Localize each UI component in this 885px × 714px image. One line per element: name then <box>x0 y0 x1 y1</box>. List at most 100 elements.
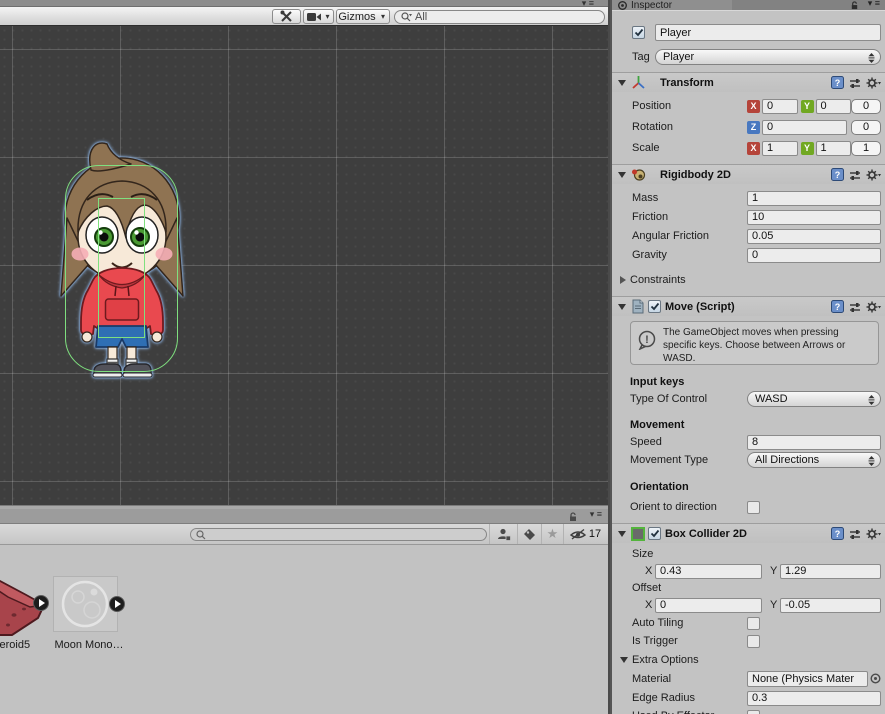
scene-view[interactable] <box>0 26 608 505</box>
inspector-tabstrip: Inspector ▾ ≡ <box>612 0 885 11</box>
help-icon[interactable]: ? <box>831 527 844 540</box>
component-title: Transform <box>660 76 714 89</box>
asset-label[interactable]: Moon Mono… <box>53 639 125 651</box>
asset-label[interactable]: ceroid5 <box>0 639 46 651</box>
project-toolbar: ★ 17 <box>0 524 608 545</box>
size-y-field[interactable]: 1.29 <box>780 563 881 579</box>
movement-type-dropdown[interactable]: All Directions <box>747 452 881 468</box>
scale-z-field[interactable]: 1 <box>851 140 881 156</box>
check-icon <box>650 302 659 311</box>
component-enabled-checkbox[interactable] <box>648 300 661 313</box>
asset-play-button[interactable] <box>109 596 125 612</box>
gear-icon[interactable] <box>866 169 881 181</box>
component-enabled-checkbox[interactable] <box>648 527 661 540</box>
gear-icon[interactable] <box>866 301 881 313</box>
presets-icon[interactable] <box>849 528 861 540</box>
auto-tiling-checkbox[interactable] <box>747 616 760 630</box>
gear-icon[interactable] <box>866 77 881 89</box>
offset-x-field[interactable]: 0 <box>655 597 762 613</box>
is-trigger-checkbox[interactable] <box>747 634 760 648</box>
speed-field[interactable]: 8 <box>747 434 881 450</box>
search-by-type-button[interactable] <box>489 524 517 544</box>
orient-to-direction-label: Orient to direction <box>630 501 717 513</box>
rotation-z-field[interactable]: 0 <box>762 119 847 135</box>
wrench-icon <box>280 10 292 22</box>
chevron-down-icon: ▾ <box>325 12 330 21</box>
mass-field[interactable]: 1 <box>747 190 881 206</box>
transform-header[interactable]: Transform ? <box>612 72 885 92</box>
orient-to-direction-checkbox[interactable] <box>747 500 760 514</box>
used-by-effector-label: Used By Effector <box>632 710 747 714</box>
friction-field[interactable]: 10 <box>747 209 881 225</box>
gizmos-dropdown-button[interactable]: ▾ <box>377 9 390 24</box>
presets-icon[interactable] <box>849 77 861 89</box>
script-help-text: The GameObject moves when pressing speci… <box>663 327 846 364</box>
extra-options-foldout[interactable]: Extra Options <box>612 652 885 668</box>
inspector-target-icon <box>618 1 627 10</box>
tag-label: Tag <box>632 51 650 63</box>
axis-z-badge: Z <box>747 120 760 134</box>
tab-inspector[interactable]: Inspector <box>612 0 732 10</box>
gravity-field[interactable]: 0 <box>747 247 881 263</box>
svg-text:?: ? <box>835 302 841 312</box>
presets-icon[interactable] <box>849 169 861 181</box>
favorites-star-button[interactable]: ★ <box>541 524 563 544</box>
position-x-field[interactable]: 0 <box>762 98 798 114</box>
foldout-icon[interactable] <box>618 171 626 178</box>
move-script-header[interactable]: Move (Script) ? <box>612 296 885 316</box>
gizmos-button[interactable]: Gizmos <box>336 9 378 24</box>
input-keys-header: Input keys <box>630 375 685 388</box>
search-by-label-button[interactable] <box>517 524 541 544</box>
rotation-tail-field[interactable]: 0 <box>851 119 881 135</box>
project-search-input[interactable] <box>190 528 487 541</box>
help-icon[interactable]: ? <box>831 300 844 313</box>
foldout-icon[interactable] <box>618 79 626 86</box>
gizmos-label: Gizmos <box>338 10 376 23</box>
position-y-field[interactable]: 0 <box>815 98 851 114</box>
material-object-field[interactable]: None (Physics Mater <box>747 670 868 687</box>
component-title: Rigidbody 2D <box>660 168 731 181</box>
active-checkbox[interactable] <box>632 26 645 39</box>
rigidbody2d-header[interactable]: Rigidbody 2D ? <box>612 164 885 184</box>
foldout-icon[interactable] <box>618 530 626 537</box>
edge-radius-label: Edge Radius <box>632 692 695 704</box>
box-collider2d-header[interactable]: Box Collider 2D ? <box>612 523 885 543</box>
constraints-foldout[interactable]: Constraints <box>612 272 885 288</box>
size-x-field[interactable]: 0.43 <box>655 563 762 579</box>
offset-y-field[interactable]: -0.05 <box>780 597 881 613</box>
type-of-control-dropdown[interactable]: WASD <box>747 391 881 407</box>
box-collider2d-icon <box>631 526 645 541</box>
angular-friction-field[interactable]: 0.05 <box>747 228 881 244</box>
used-by-effector-checkbox[interactable] <box>747 709 760 714</box>
edge-radius-field[interactable]: 0.3 <box>747 690 881 706</box>
lock-icon[interactable] <box>568 512 578 522</box>
panel-menu-icon[interactable]: ▾ ≡ <box>868 0 880 9</box>
help-icon[interactable]: ? <box>831 168 844 181</box>
asset-play-button[interactable] <box>33 595 49 611</box>
panel-menu-icon[interactable]: ▾ ≡ <box>590 509 602 520</box>
constraints-label: Constraints <box>630 274 686 286</box>
star-icon: ★ <box>546 526 559 541</box>
presets-icon[interactable] <box>849 301 861 313</box>
scene-search-input[interactable]: All <box>394 10 605 24</box>
gameobject-name-field[interactable]: Player <box>655 24 881 41</box>
extra-options-label: Extra Options <box>632 654 699 666</box>
object-picker-icon[interactable] <box>870 673 881 684</box>
scale-y-field[interactable]: 1 <box>815 140 851 156</box>
foldout-icon[interactable] <box>618 303 626 310</box>
size-label: Size <box>632 548 654 560</box>
lock-icon[interactable] <box>850 1 859 10</box>
position-z-field[interactable]: 0 <box>851 98 881 114</box>
help-icon[interactable]: ? <box>831 76 844 89</box>
check-icon <box>650 529 659 538</box>
scale-x-field[interactable]: 1 <box>762 140 798 156</box>
gear-icon[interactable] <box>866 528 881 540</box>
tools-button[interactable] <box>272 9 301 24</box>
x-letter: X <box>645 599 653 611</box>
axis-x-badge: X <box>747 141 760 155</box>
movement-type-label: Movement Type <box>630 454 709 466</box>
hidden-count-button[interactable]: 17 <box>563 524 607 544</box>
tag-dropdown[interactable]: Player <box>655 49 881 65</box>
camera-button[interactable]: ▾ <box>303 9 334 24</box>
transform-icon <box>632 76 645 89</box>
